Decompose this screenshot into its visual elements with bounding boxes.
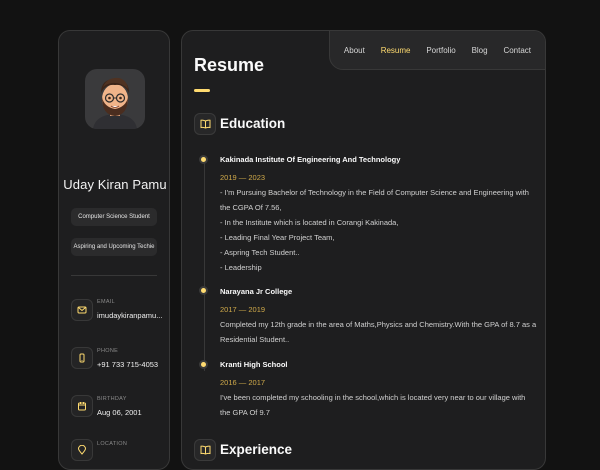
main-content: About Resume Portfolio Blog Contact Resu… xyxy=(181,30,546,470)
title-badge: Computer Science Student xyxy=(71,208,157,226)
education-item-line: - Aspring Tech Student.. xyxy=(220,248,300,257)
page-title: Resume xyxy=(194,55,265,75)
education-item-line: - Leading Final Year Project Team, xyxy=(220,233,335,242)
timeline-dot xyxy=(201,157,206,162)
timeline-dot xyxy=(201,362,206,367)
birthday-label: BIRTHDAY xyxy=(97,396,127,402)
email-label: EMAIL xyxy=(97,299,116,305)
book-icon xyxy=(194,439,216,461)
location-icon xyxy=(71,439,93,461)
education-item-line: I've been completed my schooling in the … xyxy=(220,393,526,402)
calendar-icon xyxy=(71,395,93,417)
education-item-line: Completed my 12th grade in the area of M… xyxy=(220,320,537,329)
birthday-value: Aug 06, 2001 xyxy=(97,408,142,417)
tagline-badge: Aspiring and Upcoming Techie xyxy=(71,238,157,256)
education-item-line: Residential Student.. xyxy=(220,335,290,344)
education-item-title: Kakinada Institute Of Engineering And Te… xyxy=(220,155,401,164)
education-item-line: - Leadership xyxy=(220,263,262,272)
timeline-dot xyxy=(201,288,206,293)
nav-portfolio[interactable]: Portfolio xyxy=(426,46,455,55)
nav-resume[interactable]: Resume xyxy=(381,46,411,55)
memoji-avatar-icon xyxy=(93,77,137,129)
education-item-line: - In the Institute which is located in C… xyxy=(220,218,399,227)
education-item-date: 2017 — 2019 xyxy=(220,305,266,314)
education-item-title: Narayana Jr College xyxy=(220,287,293,296)
education-item-title: Kranti High School xyxy=(220,360,288,369)
location-label: LOCATION xyxy=(97,441,128,447)
nav-contact[interactable]: Contact xyxy=(503,46,531,55)
education-item-line: the GPA Of 9.7 xyxy=(220,408,270,417)
email-value[interactable]: imudaykiranpamu... xyxy=(97,311,162,320)
education-item-date: 2019 — 2023 xyxy=(220,173,266,182)
phone-icon xyxy=(71,347,93,369)
phone-label: PHONE xyxy=(97,348,119,354)
education-item-line: - I'm Pursuing Bachelor of Technology in… xyxy=(220,188,529,197)
education-item-date: 2016 — 2017 xyxy=(220,378,266,387)
sidebar-separator xyxy=(71,275,157,276)
nav-blog[interactable]: Blog xyxy=(472,46,488,55)
phone-value[interactable]: +91 733 715-4053 xyxy=(97,360,158,369)
timeline-line xyxy=(204,161,205,371)
avatar xyxy=(85,69,145,129)
education-heading: Education xyxy=(220,116,286,131)
navbar: About Resume Portfolio Blog Contact xyxy=(329,31,545,70)
mail-icon xyxy=(71,299,93,321)
title-underline xyxy=(194,89,210,92)
sidebar: Uday Kiran Pamu Computer Science Student… xyxy=(58,30,170,470)
nav-about[interactable]: About xyxy=(344,46,365,55)
book-icon xyxy=(194,113,216,135)
education-item-line: the CGPA Of 7.56, xyxy=(220,203,282,212)
profile-name: Uday Kiran Pamu xyxy=(63,177,167,192)
